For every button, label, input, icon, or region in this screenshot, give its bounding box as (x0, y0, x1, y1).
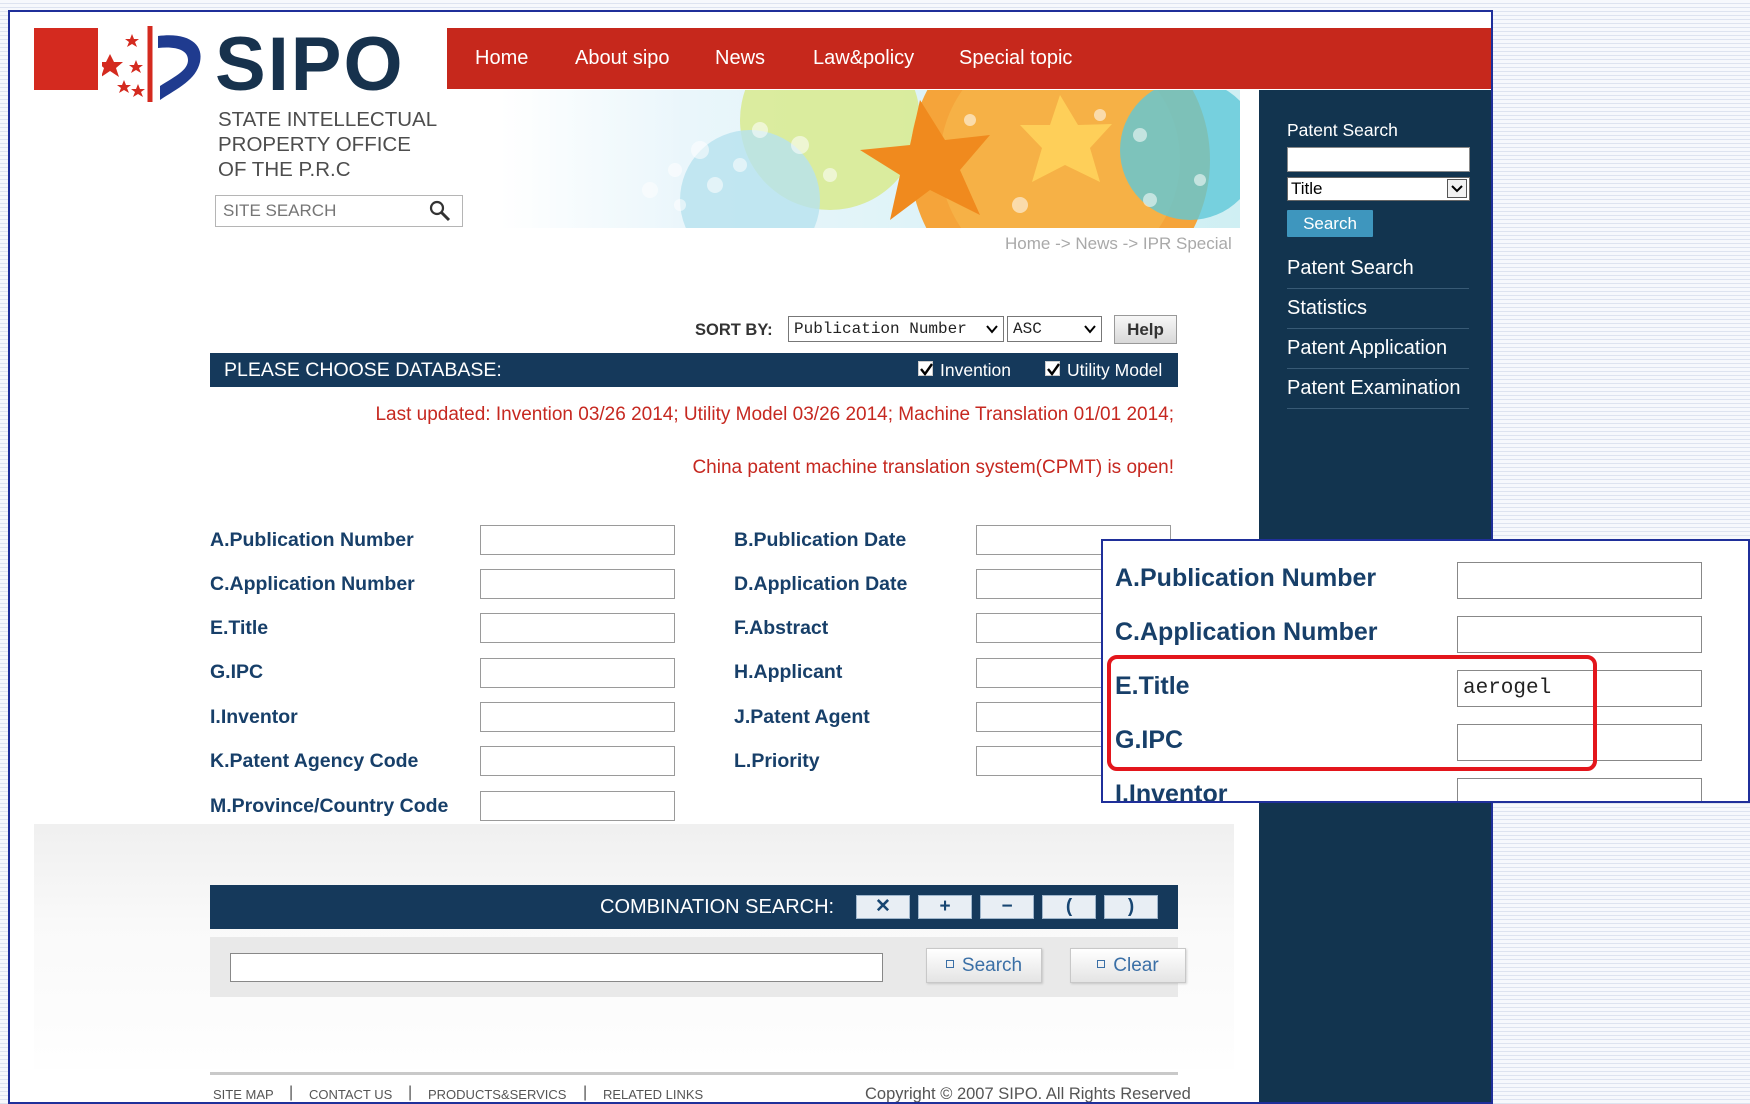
label-inventor: I.Inventor (210, 706, 298, 728)
copyright-text: Copyright © 2007 SIPO. All Rights Reserv… (865, 1085, 1191, 1103)
office-line: OF THE P.R.C (218, 158, 351, 181)
label-application-number: C.Application Number (210, 573, 415, 595)
combination-search-input[interactable] (230, 953, 883, 982)
application-number-input[interactable] (480, 569, 675, 599)
sidebar-field-select[interactable]: Title (1287, 177, 1470, 201)
header-banner-image (500, 90, 1240, 228)
sort-by-label: SORT BY: (695, 321, 773, 339)
checkmark-icon (920, 363, 933, 377)
office-name: STATE INTELLECTUAL PROPERTY OFFICE OF TH… (218, 107, 437, 182)
logo-red-square (34, 28, 98, 90)
zoom-application-number-input[interactable] (1457, 616, 1702, 653)
nav-law-policy[interactable]: Law&policy (813, 28, 914, 89)
operator-not-button[interactable]: − (980, 895, 1034, 919)
chevron-down-icon (986, 325, 998, 334)
label-applicant: H.Applicant (734, 661, 843, 683)
footer-site-map[interactable]: SITE MAP (213, 1087, 274, 1102)
clear-button-label: Clear (1113, 955, 1159, 976)
search-button[interactable]: Search (926, 948, 1042, 983)
footer-products-services[interactable]: PRODUCTS&SERVICS (428, 1087, 566, 1102)
clear-button[interactable]: Clear (1070, 948, 1186, 983)
sidebar-link-patent-examination[interactable]: Patent Examination (1287, 369, 1469, 409)
open-paren-button[interactable]: ( (1042, 895, 1096, 919)
close-paren-button[interactable]: ) (1104, 895, 1158, 919)
office-line: STATE INTELLECTUAL (218, 108, 438, 131)
sort-order-select[interactable]: ASC (1007, 316, 1102, 342)
province-country-code-input[interactable] (480, 791, 675, 821)
label-publication-date: B.Publication Date (734, 529, 907, 551)
footer-related-links[interactable]: RELATED LINKS (603, 1087, 703, 1102)
label-province-country-code: M.Province/Country Code (210, 795, 449, 817)
zoom-label-publication-number: A.Publication Number (1115, 564, 1377, 592)
breadcrumb[interactable]: Home -> News -> IPR Special (1005, 234, 1232, 254)
patent-agency-code-input[interactable] (480, 746, 675, 776)
label-patent-agency-code: K.Patent Agency Code (210, 750, 419, 772)
label-patent-agent: J.Patent Agent (734, 706, 870, 728)
zoom-label-application-number: C.Application Number (1115, 618, 1378, 646)
ipc-input[interactable] (480, 658, 675, 688)
database-label: PLEASE CHOOSE DATABASE: (224, 359, 502, 381)
invention-checkbox[interactable] (918, 361, 933, 377)
sidebar-link-statistics[interactable]: Statistics (1287, 289, 1469, 329)
label-ipc: G.IPC (210, 661, 264, 683)
combination-search-label: COMBINATION SEARCH: (600, 896, 835, 918)
inventor-input[interactable] (480, 702, 675, 732)
operator-or-button[interactable]: + (918, 895, 972, 919)
sidebar-link-patent-search[interactable]: Patent Search (1287, 249, 1469, 289)
combination-search-area: Search Clear (210, 937, 1186, 997)
title-input[interactable] (480, 613, 675, 643)
office-line: PROPERTY OFFICE (218, 133, 411, 156)
cpmt-notice[interactable]: China patent machine translation system(… (692, 457, 1174, 479)
operator-and-button[interactable]: ✕ (856, 895, 910, 919)
footer-separator: | (408, 1084, 413, 1101)
combination-search-bar: COMBINATION SEARCH: ✕ + − ( ) (210, 885, 1178, 929)
chevron-down-icon (1084, 325, 1096, 334)
sidebar-select-value: Title (1291, 179, 1323, 198)
sipo-logo-text[interactable]: SIPO (215, 20, 405, 110)
nav-home[interactable]: Home (475, 28, 528, 89)
main-navbar: Home About sipo News Law&policy Special … (447, 28, 1491, 89)
chevron-down-icon[interactable] (1447, 179, 1467, 198)
footer-divider (210, 1072, 1178, 1075)
search-icon[interactable] (428, 199, 452, 223)
zoom-inventor-input[interactable] (1457, 778, 1702, 801)
sort-field-value: Publication Number (794, 320, 967, 338)
sidebar-patent-search-title: Patent Search (1287, 120, 1398, 140)
last-updated-notice: Last updated: Invention 03/26 2014; Util… (375, 404, 1174, 425)
label-abstract: F.Abstract (734, 617, 829, 639)
site-search-box (215, 195, 463, 227)
sipo-emblem-icon (102, 26, 201, 102)
label-application-date: D.Application Date (734, 573, 908, 595)
utility-model-checkbox[interactable] (1045, 361, 1060, 377)
zoom-publication-number-input[interactable] (1457, 562, 1702, 599)
nav-about-sipo[interactable]: About sipo (575, 28, 670, 89)
sort-field-select[interactable]: Publication Number (788, 316, 1004, 342)
nav-news[interactable]: News (715, 28, 765, 89)
label-title: E.Title (210, 617, 269, 639)
zoom-inset: A.Publication Number C.Application Numbe… (1101, 539, 1750, 803)
footer-contact-us[interactable]: CONTACT US (309, 1087, 392, 1102)
checkmark-icon (1047, 363, 1060, 377)
nav-special-topic[interactable]: Special topic (959, 28, 1072, 89)
highlight-box (1107, 655, 1597, 771)
label-publication-number: A.Publication Number (210, 529, 414, 551)
footer-separator: | (583, 1084, 588, 1101)
zoom-label-inventor: I.Inventor (1115, 780, 1228, 803)
help-button[interactable]: Help (1114, 315, 1177, 344)
utility-model-label: Utility Model (1067, 360, 1163, 380)
sort-order-value: ASC (1013, 320, 1042, 338)
sidebar-search-input[interactable] (1287, 147, 1470, 172)
bullet-icon (945, 959, 954, 968)
sidebar-search-button[interactable]: Search (1287, 210, 1373, 237)
publication-number-input[interactable] (480, 525, 675, 555)
label-priority: L.Priority (734, 750, 820, 772)
footer-separator: | (289, 1084, 294, 1101)
database-bar: PLEASE CHOOSE DATABASE: Invention Utilit… (210, 353, 1178, 387)
sidebar-link-patent-application[interactable]: Patent Application (1287, 329, 1469, 369)
site-search-input[interactable] (216, 196, 433, 226)
invention-label: Invention (940, 360, 1012, 380)
bullet-icon (1097, 959, 1106, 968)
search-button-label: Search (961, 955, 1023, 976)
